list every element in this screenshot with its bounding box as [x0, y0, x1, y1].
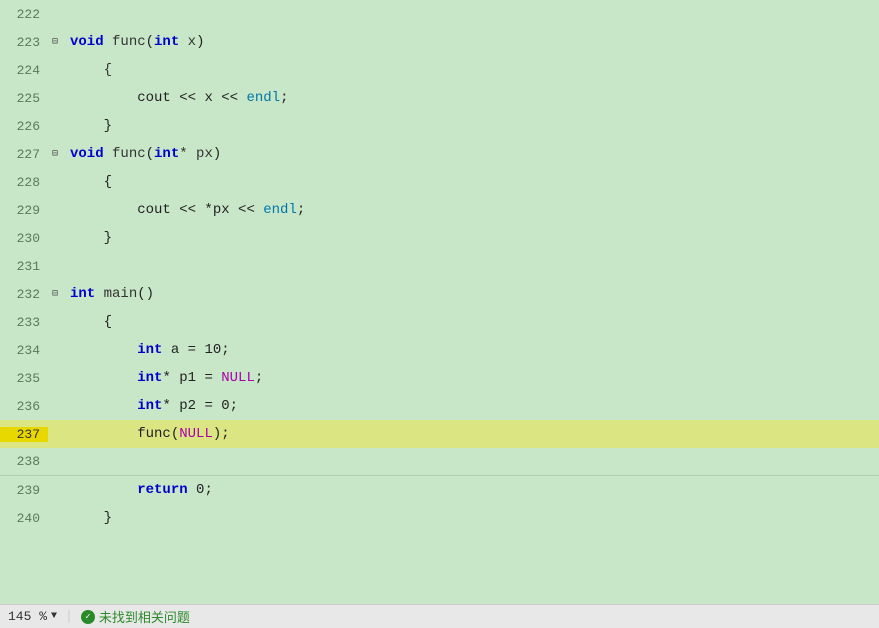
line-content-230: }: [62, 230, 879, 246]
line-234: 234 int a = 10;: [0, 336, 879, 364]
line-content-232: int main(): [62, 286, 879, 302]
line-237: 237 func(NULL);: [0, 420, 879, 448]
code-lines: 222 223 ⊟ void func(int x) 224 {: [0, 0, 879, 604]
line-content-239: return 0;: [62, 482, 879, 498]
keyword-int-232: int: [70, 286, 95, 302]
line-225: 225 cout << x << endl;: [0, 84, 879, 112]
line-233: 233 {: [0, 308, 879, 336]
line-num-226: 226: [0, 119, 48, 134]
status-message: ✓ 未找到相关问题: [81, 607, 190, 626]
line-226: 226 }: [0, 112, 879, 140]
line-227: 227 ⊟ void func(int* px): [0, 140, 879, 168]
line-num-238: 238: [0, 454, 48, 469]
line-content-234: int a = 10;: [62, 342, 879, 358]
line-num-231: 231: [0, 259, 48, 274]
line-231: 231: [0, 252, 879, 280]
gutter-223[interactable]: ⊟: [48, 36, 62, 48]
line-num-229: 229: [0, 203, 48, 218]
line-240: 240 }: [0, 504, 879, 532]
line-content-228: {: [62, 174, 879, 190]
line-content-236: int* p2 = 0;: [62, 398, 879, 414]
line-num-230: 230: [0, 231, 48, 246]
keyword-void-227: void: [70, 146, 104, 162]
gutter-232[interactable]: ⊟: [48, 288, 62, 300]
line-content-240: }: [62, 510, 879, 526]
zoom-dropdown-arrow[interactable]: ▼: [51, 611, 57, 622]
zoom-control[interactable]: 145 % ▼: [8, 609, 57, 624]
line-content-225: cout << x << endl;: [62, 90, 879, 106]
line-num-228: 228: [0, 175, 48, 190]
line-232: 232 ⊟ int main(): [0, 280, 879, 308]
code-editor: 222 223 ⊟ void func(int x) 224 {: [0, 0, 879, 604]
line-229: 229 cout << *px << endl;: [0, 196, 879, 224]
status-text: 未找到相关问题: [99, 607, 190, 626]
keyword-void-223: void: [70, 34, 104, 50]
collapse-232[interactable]: ⊟: [52, 288, 58, 300]
line-content-227: void func(int* px): [62, 146, 879, 162]
line-num-236: 236: [0, 399, 48, 414]
line-content-224: {: [62, 62, 879, 78]
keyword-int-227: int: [154, 146, 179, 162]
gutter-227[interactable]: ⊟: [48, 148, 62, 160]
line-content-223: void func(int x): [62, 34, 879, 50]
line-222: 222: [0, 0, 879, 28]
line-num-239: 239: [0, 483, 48, 498]
collapse-227[interactable]: ⊟: [52, 148, 58, 160]
line-num-232: 232: [0, 287, 48, 302]
zoom-value: 145 %: [8, 609, 47, 624]
line-224: 224 {: [0, 56, 879, 84]
line-content-233: {: [62, 314, 879, 330]
line-239: 239 return 0;: [0, 476, 879, 504]
line-content-229: cout << *px << endl;: [62, 202, 879, 218]
line-num-224: 224: [0, 63, 48, 78]
keyword-int-223: int: [154, 34, 179, 50]
line-228: 228 {: [0, 168, 879, 196]
line-num-227: 227: [0, 147, 48, 162]
line-num-237: 237: [0, 427, 48, 442]
line-num-222: 222: [0, 7, 48, 22]
line-236: 236 int* p2 = 0;: [0, 392, 879, 420]
line-num-234: 234: [0, 343, 48, 358]
line-235: 235 int* p1 = NULL;: [0, 364, 879, 392]
line-num-233: 233: [0, 315, 48, 330]
funcname-223: func: [112, 34, 146, 50]
status-bar: 145 % ▼ | ✓ 未找到相关问题: [0, 604, 879, 628]
line-223: 223 ⊟ void func(int x): [0, 28, 879, 56]
line-num-225: 225: [0, 91, 48, 106]
line-num-223: 223: [0, 35, 48, 50]
collapse-223[interactable]: ⊟: [52, 36, 58, 48]
line-content-237: func(NULL);: [62, 426, 879, 442]
check-icon: ✓: [81, 610, 95, 624]
line-content-235: int* p1 = NULL;: [62, 370, 879, 386]
line-num-240: 240: [0, 511, 48, 526]
line-content-226: }: [62, 118, 879, 134]
status-divider: |: [65, 609, 73, 624]
line-230: 230 }: [0, 224, 879, 252]
line-num-235: 235: [0, 371, 48, 386]
line-238: 238: [0, 448, 879, 476]
